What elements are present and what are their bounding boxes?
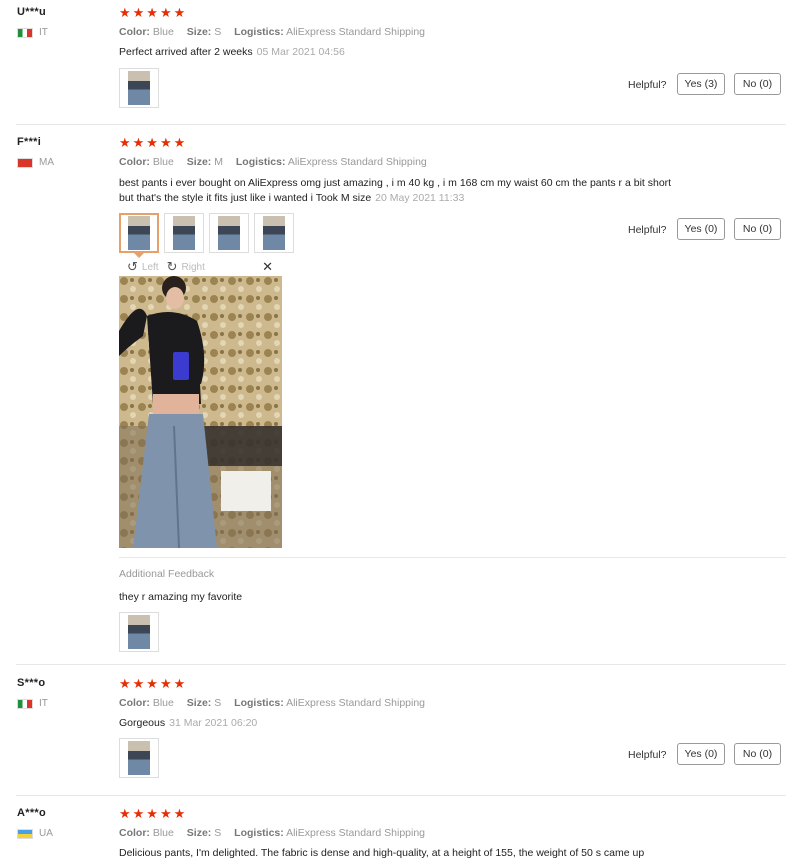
reviewer-country: IT <box>17 27 48 38</box>
thumb-pointer <box>134 253 144 258</box>
review-date: 20 May 2021 11:33 <box>375 192 465 204</box>
review-photo-thumb[interactable] <box>119 738 159 778</box>
helpful-label: Helpful? <box>628 79 667 91</box>
country-code: IT <box>39 27 48 38</box>
country-code: IT <box>39 698 48 709</box>
ukraine-flag-icon <box>17 828 33 839</box>
review-text: Perfect arrived after 2 weeks 05 Mar 2021… <box>119 46 345 58</box>
review-photo-thumb[interactable] <box>164 213 204 253</box>
reviewer-name: U***u <box>17 6 47 18</box>
reviewer-country: IT <box>17 698 48 709</box>
star-rating: ★★★★★ <box>119 5 188 20</box>
additional-feedback-divider <box>119 557 786 558</box>
review-photo-thumb[interactable] <box>254 213 294 253</box>
helpful-label: Helpful? <box>628 749 667 761</box>
review-divider <box>16 795 786 796</box>
additional-feedback-label: Additional Feedback <box>119 568 215 580</box>
reviewer-name: S***o <box>17 677 46 689</box>
photo-illustration <box>119 276 282 548</box>
review-divider <box>16 664 786 665</box>
order-attributes: Color: Blue Size: S Logistics: AliExpres… <box>119 827 426 839</box>
order-attributes: Color: Blue Size: M Logistics: AliExpres… <box>119 156 427 168</box>
helpful-label: Helpful? <box>628 224 667 236</box>
helpful-no-button[interactable]: No (0) <box>734 73 781 95</box>
rotate-right-icon: ↻ <box>166 259 178 274</box>
italy-flag-icon <box>17 698 33 709</box>
star-rating: ★★★★★ <box>119 806 188 821</box>
reviewer-country: MA <box>17 157 54 168</box>
review-photo-thumb[interactable] <box>119 612 159 652</box>
order-attributes: Color: Blue Size: S Logistics: AliExpres… <box>119 697 426 709</box>
review-date: 31 Mar 2021 06:20 <box>169 717 258 729</box>
rotate-left-icon: ↺ <box>127 259 138 274</box>
review-photo-enlarged[interactable] <box>119 276 282 548</box>
review-text: best pants i ever bought on AliExpress o… <box>119 177 672 204</box>
review-date: 05 Mar 2021 04:56 <box>256 46 345 58</box>
review-text: Gorgeous 31 Mar 2021 06:20 <box>119 717 258 729</box>
reviewer-name: A***o <box>17 807 47 819</box>
reviewer-name: F***i <box>17 136 42 148</box>
review-text: Delicious pants, I'm delighted. The fabr… <box>119 847 645 859</box>
star-rating: ★★★★★ <box>119 135 188 150</box>
order-attributes: Color: Blue Size: S Logistics: AliExpres… <box>119 26 426 38</box>
country-code: UA <box>39 828 53 839</box>
helpful-yes-button[interactable]: Yes (3) <box>677 73 725 95</box>
morocco-flag-icon <box>17 157 33 168</box>
helpful-yes-button[interactable]: Yes (0) <box>677 743 725 765</box>
italy-flag-icon <box>17 27 33 38</box>
helpful-no-button[interactable]: No (0) <box>734 218 781 240</box>
rotate-right-button[interactable]: ↻ Right <box>167 259 205 275</box>
review-photo-thumb-selected[interactable] <box>119 213 159 253</box>
additional-feedback-text: they r amazing my favorite <box>119 591 243 603</box>
review-photo-thumb[interactable] <box>209 213 249 253</box>
helpful-no-button[interactable]: No (0) <box>734 743 781 765</box>
review-divider <box>16 124 786 125</box>
review-photo-thumb[interactable] <box>119 68 159 108</box>
helpful-yes-button[interactable]: Yes (0) <box>677 218 725 240</box>
photo-viewer-toolbar: ↺ Left ↻ Right ✕ <box>119 259 282 275</box>
country-code: MA <box>39 157 54 168</box>
reviewer-country: UA <box>17 828 53 839</box>
star-rating: ★★★★★ <box>119 676 188 691</box>
close-icon[interactable]: ✕ <box>262 259 273 275</box>
rotate-left-button[interactable]: ↺ Left <box>127 259 159 275</box>
